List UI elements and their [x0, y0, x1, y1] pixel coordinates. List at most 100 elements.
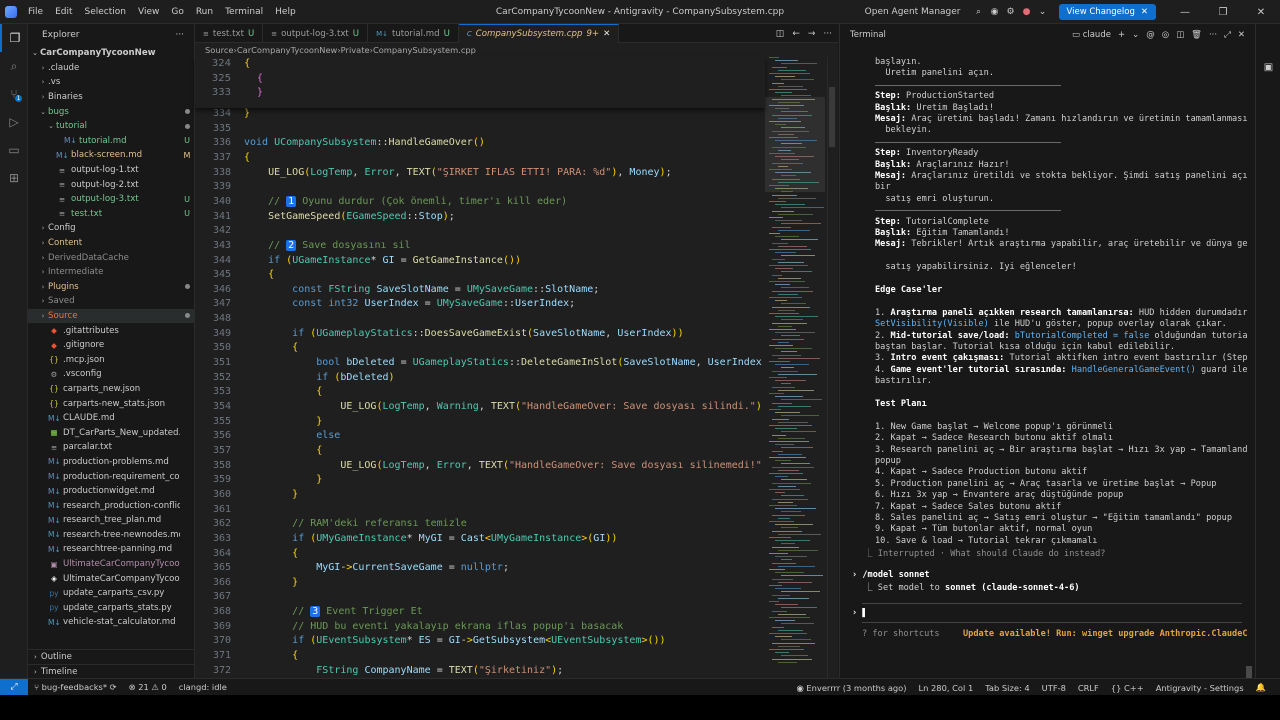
tree-item[interactable]: › Config [28, 221, 194, 236]
code-line[interactable]: } [244, 87, 764, 98]
code-line[interactable]: if (UGameplayStatics::DoesSaveGameExist(… [244, 328, 764, 339]
tree-item[interactable]: M↓production-requirement_conflict... [28, 469, 194, 484]
close-window-button[interactable]: ✕ [1242, 7, 1280, 18]
view-changelog-button[interactable]: View Changelog ✕ [1058, 4, 1156, 20]
git-blame[interactable]: ◉ Enverrrr (3 months ago) [791, 683, 913, 693]
menu-file[interactable]: File [22, 7, 49, 17]
tree-item[interactable]: ≡ output-log-1.txt [28, 163, 194, 178]
encoding[interactable]: UTF-8 [1036, 683, 1072, 693]
menu-terminal[interactable]: Terminal [219, 7, 269, 17]
tree-item[interactable]: M↓research_production-conflicts.md [28, 498, 194, 513]
source-control-icon[interactable]: ⑂ 1 [0, 80, 28, 108]
tree-item[interactable]: ≡ output-log-2.txt [28, 177, 194, 192]
tree-item[interactable]: ≡ output-log-3.txt U [28, 192, 194, 207]
terminal-session[interactable]: ▭ claude [1072, 30, 1111, 40]
extensions-icon[interactable]: ⊞ [0, 164, 28, 192]
maximize-panel-icon[interactable]: ⤢ [1224, 30, 1231, 40]
chevron-down-icon[interactable]: ⌄ [1132, 30, 1139, 40]
notification-icon[interactable]: ● [1019, 7, 1035, 17]
problems-indicator[interactable]: ⊗ 21 ⚠ 0 [123, 682, 173, 692]
code-line[interactable]: // 1 Oyunu durdur (Çok önemli, timer'ı k… [244, 195, 764, 207]
menu-selection[interactable]: Selection [79, 7, 132, 17]
breadcrumb-item[interactable]: CompanySubsystem.cpp [373, 45, 476, 55]
broadcast-icon[interactable]: ◎ [1162, 30, 1169, 40]
run-debug-icon[interactable]: ▷ [0, 108, 28, 136]
tree-item[interactable]: {} carparts_new.json [28, 382, 194, 397]
open-agent-manager-button[interactable]: Open Agent Manager [865, 7, 961, 17]
tree-item[interactable]: ▣ UltimateCarCompanyTycoon.sln [28, 557, 194, 572]
code-line[interactable]: { [244, 386, 764, 397]
code-line[interactable]: { [244, 650, 764, 661]
more-actions-icon[interactable]: ··· [175, 30, 184, 40]
code-line[interactable]: UE_LOG(LogTemp, Error, TEXT("ŞİRKET İFLA… [244, 167, 764, 178]
menu-edit[interactable]: Edit [49, 7, 78, 17]
split-editor-icon[interactable]: ◫ [776, 29, 785, 39]
tree-item[interactable]: M↓ CLAUDE.md [28, 411, 194, 426]
tree-item[interactable]: › DerivedDataCache [28, 250, 194, 265]
code-line[interactable]: bool bDeleted = UGameplayStatics::Delete… [244, 357, 764, 368]
code-line[interactable]: { [244, 269, 764, 280]
remote-icon[interactable]: ⤢ [0, 678, 28, 696]
terminal-output[interactable]: başlayın. Üretim panelini açın. Step: Pro… [840, 46, 1256, 678]
clangd-status[interactable]: clangd: idle [173, 682, 233, 692]
arrow-left-icon[interactable]: ← [792, 29, 800, 39]
explorer-icon[interactable]: ❐ [0, 24, 28, 52]
tree-item[interactable]: › Intermediate [28, 265, 194, 280]
code-line[interactable]: const FString SaveSlotName = UMySaveGame… [244, 284, 764, 295]
tree-item[interactable]: ⌄ bugs [28, 104, 194, 119]
code-line[interactable]: const int32 UserIndex = UMySaveGame::Use… [244, 298, 764, 309]
eol[interactable]: CRLF [1072, 683, 1105, 693]
split-terminal-icon[interactable]: ◫ [1176, 30, 1184, 40]
tree-item[interactable]: › Saved [28, 294, 194, 309]
branch-indicator[interactable]: ⑂ bug-feedbacks* ⟳ [28, 682, 123, 692]
code-line[interactable]: } [244, 577, 764, 588]
menu-run[interactable]: Run [190, 7, 219, 17]
maximize-button[interactable]: ❐ [1204, 7, 1242, 18]
tree-item[interactable]: ◆ .gitignore [28, 338, 194, 353]
tree-item[interactable]: M↓ research_tree_plan.md [28, 513, 194, 528]
tree-item[interactable]: ▦ DT_CarParts_New_updated.csv [28, 425, 194, 440]
code-line[interactable]: if (bDeleted) [244, 372, 764, 383]
code-line[interactable]: void UCompanySubsystem::HandleGameOver() [244, 137, 764, 148]
account-icon[interactable]: ◉ [987, 7, 1003, 17]
tab-companysubsystem-cpp[interactable]: C CompanySubsystem.cpp 9+ ✕ [458, 24, 620, 43]
chevron-down-icon[interactable]: ⌄ [1035, 7, 1051, 17]
code-line[interactable]: { [244, 58, 764, 69]
close-icon[interactable]: ✕ [1238, 30, 1245, 40]
code-line[interactable]: // 3 Event Trigger Et [244, 606, 764, 618]
code-line[interactable]: } [244, 489, 764, 500]
code-line[interactable]: MyGI->CurrentSaveGame = nullptr; [244, 562, 764, 573]
tree-item[interactable]: › Source [28, 308, 194, 324]
code-line[interactable]: // HUD bu eventi yakalayıp ekrana iflas … [244, 621, 764, 632]
add-terminal-icon[interactable]: + [1118, 30, 1125, 40]
tree-item[interactable]: py update_carparts_stats.py [28, 601, 194, 616]
tree-item[interactable]: ◈ UltimateCarCompanyTycoon.upr... [28, 571, 194, 586]
tree-item[interactable]: M↓ productionwidget.md [28, 484, 194, 499]
code-line[interactable]: { [244, 548, 764, 559]
tree-item[interactable]: M↓ vehicle-stat_calculator.md [28, 615, 194, 630]
minimize-button[interactable]: — [1166, 7, 1204, 18]
more-actions-icon[interactable]: ··· [823, 29, 832, 39]
tree-item[interactable]: ≡ parcalar.txt [28, 440, 194, 455]
code-line[interactable]: { [244, 73, 764, 84]
tree-item[interactable]: ⌄ tutorial [28, 119, 194, 134]
bell-icon[interactable]: 🔔 [1250, 682, 1272, 693]
breadcrumb-item[interactable]: Source [205, 45, 234, 55]
tree-item[interactable]: py update_carparts_csv.py [28, 586, 194, 601]
tree-item[interactable]: {} .mcp.json [28, 352, 194, 367]
menu-go[interactable]: Go [165, 7, 189, 17]
search-icon[interactable]: ⌕ [971, 7, 987, 17]
trash-icon[interactable]: 🗑 [1191, 30, 1202, 40]
breadcrumb-item[interactable]: CarCompanyTycoonNew [237, 45, 338, 55]
tree-item[interactable]: M↓ production-problems.md [28, 455, 194, 470]
workspace-root[interactable]: ⌄ CarCompanyTycoonNew [28, 46, 194, 61]
tree-item[interactable]: › .vs [28, 75, 194, 90]
menu-help[interactable]: Help [269, 7, 302, 17]
code-line[interactable]: FString CompanyName = TEXT("Şirketiniz")… [244, 665, 764, 676]
search-icon[interactable]: ⌕ [0, 52, 28, 80]
code-line[interactable]: UE_LOG(LogTemp, Error, TEXT("HandleGameO… [244, 460, 764, 471]
tree-item[interactable]: › Content [28, 236, 194, 251]
close-icon[interactable]: ✕ [603, 29, 610, 39]
tree-item[interactable]: › .claude [28, 61, 194, 76]
timeline-section[interactable]: › Timeline [28, 664, 194, 679]
